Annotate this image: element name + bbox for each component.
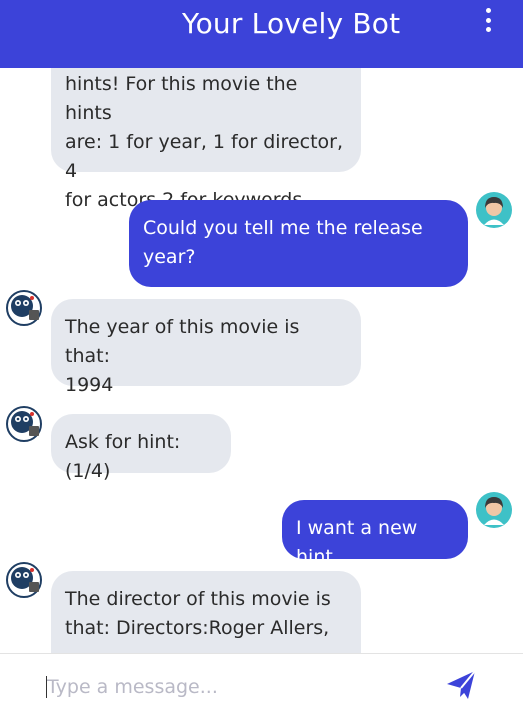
message-line: 1994 [65, 374, 114, 396]
message-line: Ask for hint:(1/4) [65, 431, 181, 482]
bot-message: The year of this movie is that: 1994 [51, 299, 361, 396]
message-line: that: Directors:Roger Allers, [65, 617, 330, 639]
message-line: hints! For this movie the hints [65, 73, 298, 124]
message-line: The director of this movie is [65, 588, 331, 610]
bot-message: Ask for hint:(1/4) [51, 414, 231, 482]
message-line: year? [143, 246, 196, 268]
user-avatar [476, 492, 512, 528]
message-list[interactable]: hints! For this movie the hints are: 1 f… [0, 68, 523, 653]
message-line: I want a new hint [296, 517, 418, 568]
bot-avatar [6, 406, 42, 442]
more-vertical-icon[interactable] [480, 6, 496, 34]
message-input[interactable] [47, 672, 427, 702]
bot-avatar [6, 290, 42, 326]
send-icon[interactable] [444, 668, 478, 702]
bot-message: The director of this movie is that: Dire… [51, 571, 361, 653]
user-avatar [476, 192, 512, 228]
user-message: Could you tell me the release year? [129, 200, 468, 287]
chat-header: Your Lovely Bot [0, 0, 523, 68]
user-message: I want a new hint [282, 500, 468, 568]
header-title: Your Lovely Bot [182, 7, 401, 40]
bot-message: hints! For this movie the hints are: 1 f… [51, 68, 361, 211]
message-line: are: 1 for year, 1 for director, 4 [65, 131, 344, 182]
message-line: The year of this movie is that: [65, 316, 300, 367]
message-line: Could you tell me the release [143, 217, 423, 239]
bot-avatar [6, 562, 42, 598]
